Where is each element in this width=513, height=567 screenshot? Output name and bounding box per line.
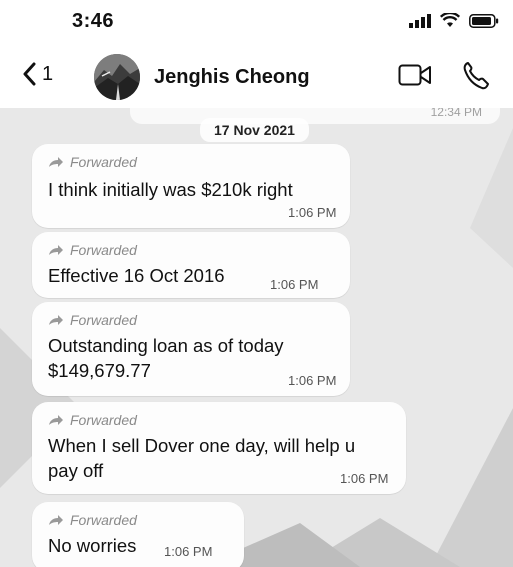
status-bar: 3:46 [0, 0, 513, 44]
message-time: 1:06 PM [288, 373, 337, 388]
message-text-line-1: Outstanding loan as of today [48, 335, 284, 356]
forward-icon [49, 315, 63, 325]
status-icons [409, 13, 499, 28]
message-bubble[interactable]: Forwarded Outstanding loan as of today $… [32, 302, 350, 396]
message-time: 1:06 PM [340, 471, 389, 486]
chat-header: 1 Jenghis Cheong [0, 44, 513, 108]
avatar-image [94, 54, 140, 100]
status-time: 3:46 [72, 10, 115, 32]
forwarded-label: Forwarded [48, 312, 137, 328]
message-bubble[interactable]: Forwarded No worries 1:06 PM [32, 502, 244, 567]
message-bubble[interactable]: Forwarded When I sell Dover one day, wil… [32, 402, 406, 494]
message-text: Effective 16 Oct 2016 [48, 265, 225, 286]
message-text-line-2: $149,679.77 [48, 360, 151, 381]
message-text-line-2: pay off [48, 460, 104, 481]
forward-icon [49, 245, 63, 255]
previous-message-time: 12:34 PM [430, 108, 482, 119]
chevron-left-icon [23, 62, 36, 86]
forwarded-text: Forwarded [70, 412, 137, 428]
signal-icon [409, 13, 431, 28]
forward-icon [49, 515, 63, 525]
message-text: I think initially was $210k right [48, 179, 293, 200]
forward-icon [49, 157, 63, 167]
phone-icon[interactable] [462, 60, 490, 90]
forward-icon [49, 415, 63, 425]
message-time: 1:06 PM [164, 544, 213, 559]
message-time: 1:06 PM [288, 205, 337, 220]
video-icon[interactable] [398, 64, 432, 86]
chat-area[interactable]: 12:34 PM 17 Nov 2021 Forwarded I think i… [0, 108, 513, 567]
contact-name[interactable]: Jenghis Cheong [154, 66, 310, 89]
message-bubble[interactable]: Forwarded I think initially was $210k ri… [32, 144, 350, 228]
message-bubble[interactable]: Forwarded Effective 16 Oct 2016 1:06 PM [32, 232, 350, 298]
battery-icon [469, 13, 499, 28]
forwarded-text: Forwarded [70, 512, 137, 528]
forwarded-label: Forwarded [48, 412, 137, 428]
message-text-line-1: When I sell Dover one day, will help u [48, 435, 356, 456]
avatar[interactable] [94, 54, 140, 100]
message-time: 1:06 PM [270, 277, 319, 292]
message-text: No worries [48, 535, 137, 556]
back-button[interactable]: 1 [22, 62, 53, 86]
forwarded-text: Forwarded [70, 242, 137, 258]
forwarded-label: Forwarded [48, 242, 137, 258]
date-separator: 17 Nov 2021 [200, 118, 309, 142]
forwarded-label: Forwarded [48, 154, 137, 170]
previous-message-bubble: 12:34 PM [130, 108, 500, 124]
unread-count: 1 [42, 62, 54, 85]
forwarded-text: Forwarded [70, 154, 137, 170]
forwarded-text: Forwarded [70, 312, 137, 328]
forwarded-label: Forwarded [48, 512, 137, 528]
wifi-icon [440, 13, 460, 27]
